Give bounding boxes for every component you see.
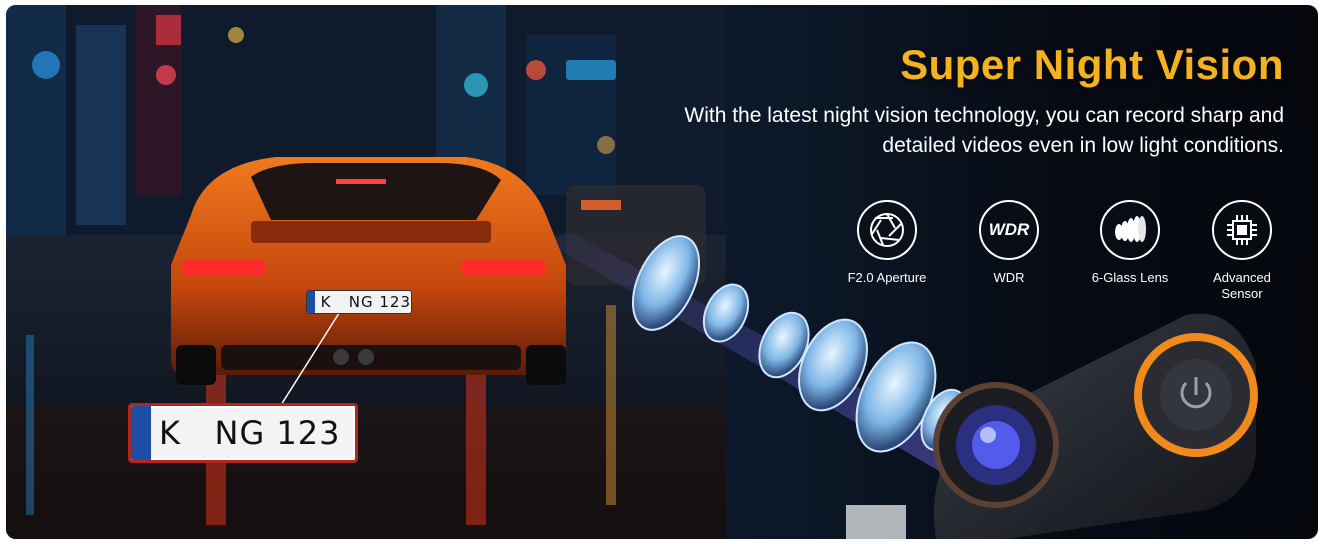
feature-label: F2.0 Aperture <box>847 270 927 285</box>
feature-lens: 6-Glass Lens <box>1075 200 1185 286</box>
night-vision-banner: K NG 123 K NG 123 Super Night Vision Wit… <box>6 5 1318 539</box>
feature-label: WDR <box>993 270 1025 285</box>
eu-plate-strip <box>131 406 151 460</box>
license-plate-small-text: K NG 123 <box>320 293 411 311</box>
feature-wdr: WDR WDR <box>954 200 1064 286</box>
feature-sensor: Advanced Sensor <box>1187 200 1297 302</box>
wdr-icon: WDR <box>979 200 1039 260</box>
aperture-icon <box>857 200 917 260</box>
lens-stack-icon <box>1100 200 1160 260</box>
chip-icon <box>1212 200 1272 260</box>
feature-aperture: F2.0 Aperture <box>832 200 942 286</box>
feature-label: 6-Glass Lens <box>1091 270 1169 285</box>
feature-label: Advanced Sensor <box>1213 270 1271 301</box>
eu-plate-strip <box>307 291 315 313</box>
orange-sports-car <box>171 157 566 385</box>
wdr-icon-text: WDR <box>988 220 1030 239</box>
license-plate-small: K NG 123 <box>306 290 412 314</box>
banner-subtitle: With the latest night vision technology,… <box>684 104 1284 157</box>
license-plate-zoom-text: K NG 123 <box>159 414 341 452</box>
banner-title: Super Night Vision <box>900 41 1284 88</box>
license-plate-zoom: K NG 123 <box>128 403 358 463</box>
feature-row: F2.0 Aperture WDR WDR 6-Glass Lens Advan… <box>832 200 1302 310</box>
